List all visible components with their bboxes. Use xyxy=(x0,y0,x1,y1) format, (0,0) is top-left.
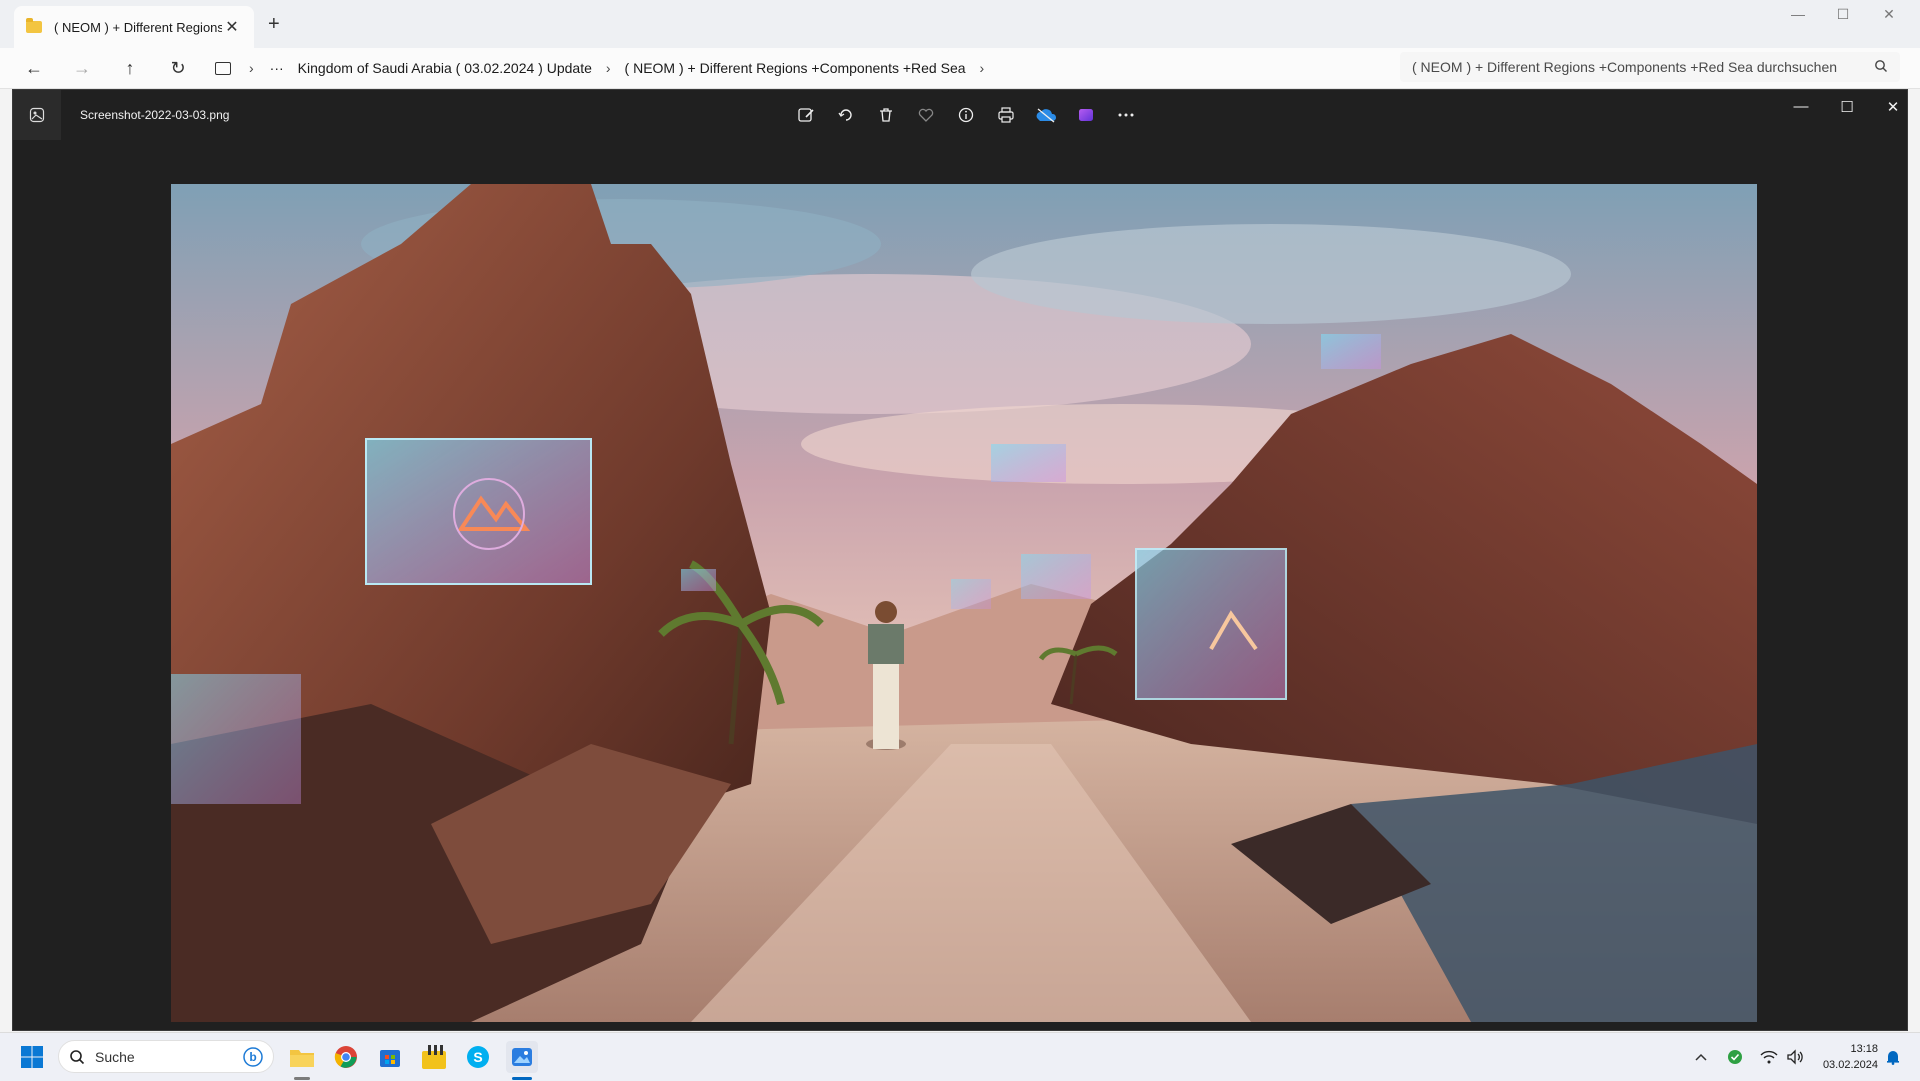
breadcrumb-item[interactable]: ( NEOM ) + Different Regions +Components… xyxy=(625,60,966,76)
maximize-button[interactable]: ☐ xyxy=(1820,6,1866,23)
more-icon[interactable] xyxy=(1113,102,1139,128)
notification-bell-icon[interactable] xyxy=(1882,1041,1904,1073)
media-player-icon[interactable] xyxy=(418,1041,450,1073)
taskbar: Suche b S 13:18 03.02.2024 xyxy=(0,1032,1920,1081)
viewer-toolbar xyxy=(793,102,1139,128)
photos-viewer: Screenshot-2022-03-03.png — ☐ ✕ xyxy=(12,89,1908,1031)
print-icon[interactable] xyxy=(993,102,1019,128)
search-placeholder: ( NEOM ) + Different Regions +Components… xyxy=(1412,59,1838,75)
file-explorer-icon[interactable] xyxy=(286,1041,318,1073)
hologram-panel xyxy=(365,438,592,585)
explorer-tab-bar: ( NEOM ) + Different Regions ✕ + — ☐ ✕ xyxy=(0,0,1920,48)
store-icon[interactable] xyxy=(374,1041,406,1073)
displayed-image xyxy=(171,184,1757,1022)
breadcrumb-item[interactable]: Kingdom of Saudi Arabia ( 03.02.2024 ) U… xyxy=(298,60,592,76)
clipchamp-icon[interactable] xyxy=(1073,102,1099,128)
chevron-right-icon[interactable]: › xyxy=(249,60,254,76)
chevron-up-icon[interactable] xyxy=(1690,1041,1712,1073)
svg-text:b: b xyxy=(249,1050,256,1064)
security-shield-icon[interactable] xyxy=(1724,1041,1746,1073)
up-button[interactable]: ↑ xyxy=(116,56,144,80)
this-pc-icon[interactable] xyxy=(215,61,231,75)
forward-button[interactable]: → xyxy=(68,56,96,80)
photos-app-icon[interactable] xyxy=(506,1041,538,1073)
address-bar: ← → ↑ ↻ › ··· Kingdom of Saudi Arabia ( … xyxy=(0,48,1920,89)
more-crumbs-icon[interactable]: ··· xyxy=(270,60,284,76)
clock-date: 03.02.2024 xyxy=(1822,1059,1878,1071)
wifi-icon[interactable] xyxy=(1758,1041,1780,1073)
favorite-icon[interactable] xyxy=(913,102,939,128)
delete-icon[interactable] xyxy=(873,102,899,128)
close-tab-icon[interactable]: ✕ xyxy=(222,17,242,37)
file-name: Screenshot-2022-03-03.png xyxy=(80,108,230,122)
edit-image-icon[interactable] xyxy=(793,102,819,128)
folder-icon xyxy=(26,18,42,33)
svg-text:S: S xyxy=(473,1049,482,1065)
new-tab-button[interactable]: + xyxy=(268,14,280,34)
chrome-icon[interactable] xyxy=(330,1041,362,1073)
breadcrumb: › ··· Kingdom of Saudi Arabia ( 03.02.20… xyxy=(215,48,998,88)
refresh-button[interactable]: ↻ xyxy=(164,56,192,80)
minimize-button[interactable]: — xyxy=(1775,6,1821,22)
clock[interactable]: 13:18 03.02.2024 xyxy=(1810,1041,1878,1073)
close-window-button[interactable]: ✕ xyxy=(1866,6,1912,23)
onedrive-icon[interactable] xyxy=(1033,102,1059,128)
image-gallery-icon[interactable] xyxy=(13,90,61,140)
viewer-minimize-button[interactable]: — xyxy=(1781,98,1821,115)
taskbar-search[interactable]: Suche b xyxy=(58,1040,274,1073)
search-icon xyxy=(70,1049,85,1064)
viewer-close-button[interactable]: ✕ xyxy=(1873,98,1913,116)
back-button[interactable]: ← xyxy=(20,56,48,80)
tab-title: ( NEOM ) + Different Regions xyxy=(54,19,222,35)
chevron-right-icon[interactable]: › xyxy=(980,60,985,76)
desert-scene-image xyxy=(171,184,1757,1022)
bing-icon[interactable]: b xyxy=(243,1046,263,1067)
viewer-maximize-button[interactable]: ☐ xyxy=(1827,98,1867,116)
volume-icon[interactable] xyxy=(1784,1041,1806,1073)
search-input[interactable]: ( NEOM ) + Different Regions +Components… xyxy=(1400,52,1900,82)
clock-time: 13:18 xyxy=(1850,1043,1878,1055)
search-icon xyxy=(1874,59,1888,76)
start-button[interactable] xyxy=(16,1041,48,1073)
rotate-icon[interactable] xyxy=(833,102,859,128)
explorer-tab[interactable]: ( NEOM ) + Different Regions ✕ xyxy=(14,6,254,48)
taskbar-search-label: Suche xyxy=(95,1048,135,1065)
info-icon[interactable] xyxy=(953,102,979,128)
skype-icon[interactable]: S xyxy=(462,1041,494,1073)
chevron-right-icon[interactable]: › xyxy=(606,60,611,76)
